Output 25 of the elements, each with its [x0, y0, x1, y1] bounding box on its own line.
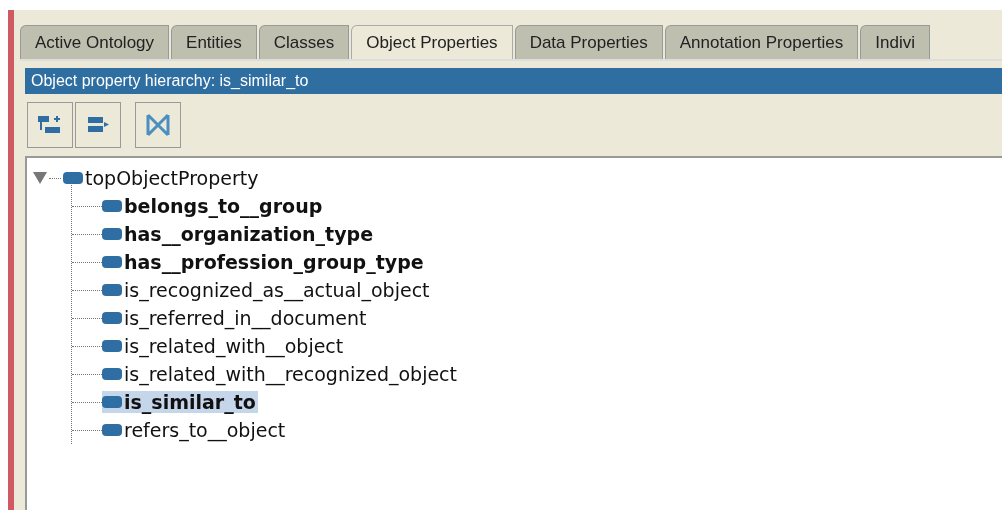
tree-item[interactable]: is_related_with__object	[102, 335, 346, 357]
property-icon	[63, 172, 83, 184]
tree-item[interactable]: is_referred_in__document	[102, 307, 369, 329]
tab[interactable]: Data Properties	[514, 25, 663, 59]
tab[interactable]: Entities	[171, 25, 257, 59]
tree-item[interactable]: topObjectProperty	[85, 167, 259, 189]
tree-item[interactable]: refers_to__object	[102, 419, 288, 441]
tree-item[interactable]: has__organization_type	[102, 223, 376, 245]
tab[interactable]: Classes	[258, 25, 350, 59]
tree-item[interactable]: is_similar_to	[102, 391, 258, 413]
cross-icon	[145, 112, 171, 138]
tree-item[interactable]: is_recognized_as__actual_object	[102, 279, 432, 301]
tab[interactable]: Object Properties	[351, 25, 513, 59]
tab[interactable]: Indivi	[860, 25, 930, 59]
panel-title: Object property hierarchy: is_similar_to	[25, 68, 1002, 94]
add-sibling-button[interactable]	[75, 102, 121, 148]
tree-item[interactable]: is_related_with__recognized_object	[102, 363, 459, 385]
expand-arrow-icon[interactable]	[33, 172, 47, 184]
tree-item[interactable]: has__profession_group_type	[102, 251, 426, 273]
add-subproperty-button[interactable]	[27, 102, 73, 148]
tab[interactable]: Active Ontology	[20, 25, 170, 59]
delete-button[interactable]	[135, 102, 181, 148]
tree-item[interactable]: belongs_to__group	[102, 195, 325, 217]
tab[interactable]: Annotation Properties	[664, 25, 859, 59]
hierarchy-icon	[37, 114, 63, 136]
